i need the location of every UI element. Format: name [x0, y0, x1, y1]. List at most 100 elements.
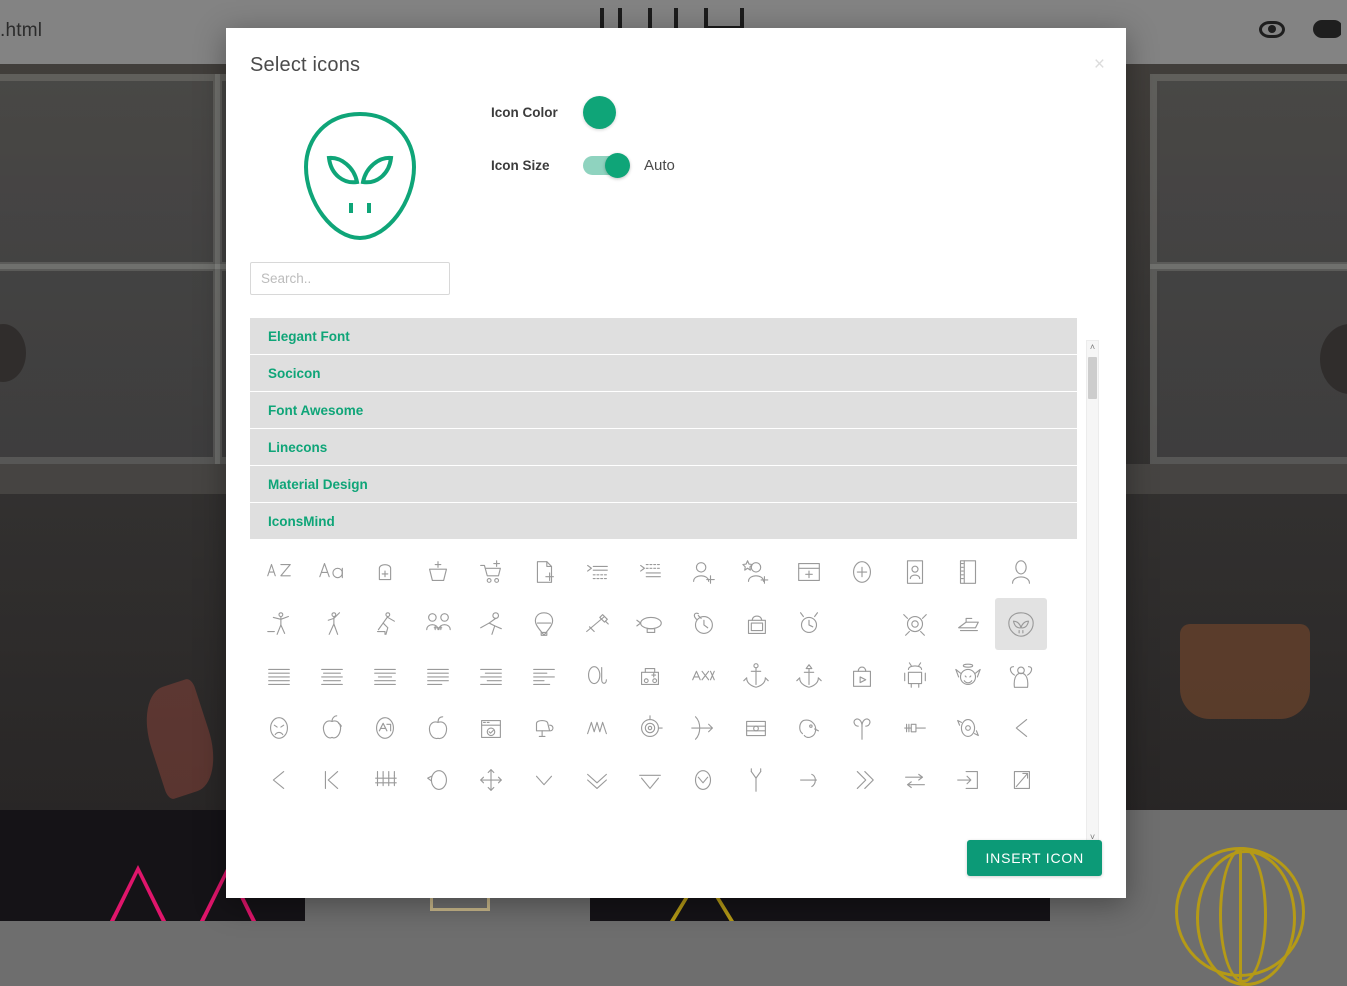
align-justify-low-icon[interactable] [412, 650, 464, 702]
eye-icon[interactable] [1259, 21, 1285, 38]
aerobics-2-icon[interactable] [306, 598, 358, 650]
align-justify-high-icon[interactable] [359, 650, 411, 702]
arrow-down-icon[interactable] [518, 754, 570, 806]
arrow-dot-icon[interactable] [624, 806, 676, 818]
arrow-parallel-icon[interactable] [730, 806, 782, 818]
aerobics-icon[interactable] [253, 598, 305, 650]
argentina-icon[interactable] [783, 702, 835, 754]
apple-bite-icon[interactable] [359, 702, 411, 754]
arrow-left-icon[interactable] [995, 702, 1047, 754]
hot-air-balloon-icon[interactable] [518, 598, 570, 650]
administrator-icon[interactable] [995, 546, 1047, 598]
a-to-z-sort-icon[interactable] [253, 546, 305, 598]
scrollbar-thumb[interactable] [1088, 357, 1097, 399]
arrow-over-icon[interactable] [518, 806, 570, 818]
alien-icon[interactable] [836, 598, 888, 650]
icon-browser-panel[interactable]: Elegant FontSociconFont AwesomeLineconsM… [250, 318, 1077, 818]
insert-icon-button[interactable]: INSERT ICON [967, 840, 1102, 876]
arrow-in-out-icon[interactable] [677, 806, 729, 818]
add-favorite-user-icon[interactable] [730, 546, 782, 598]
arrow-back-2-icon[interactable] [306, 754, 358, 806]
scroll-up-icon[interactable]: ˄ [1087, 341, 1098, 354]
arrow-circle-icon[interactable] [412, 754, 464, 806]
approved-window-icon[interactable] [518, 702, 570, 754]
icon-category-3[interactable]: Linecons [250, 429, 1077, 466]
icon-category-0[interactable]: Elegant Font [250, 318, 1077, 355]
arrow-back-3-icon[interactable] [253, 754, 305, 806]
icon-size-toggle[interactable] [583, 156, 627, 175]
icon-color-swatch[interactable] [583, 96, 616, 129]
desktop-preview-icon[interactable] [704, 8, 744, 30]
align-justify-all-2-icon[interactable] [253, 650, 305, 702]
android-icon[interactable] [942, 650, 994, 702]
close-icon[interactable]: × [1094, 55, 1105, 74]
alpha-icon[interactable] [624, 650, 676, 702]
aquarius-icon[interactable] [571, 702, 623, 754]
search-input[interactable] [250, 262, 450, 295]
arrow-next-icon[interactable] [253, 806, 305, 818]
arrow-into-icon[interactable] [942, 754, 994, 806]
add-space-after-paragraph-icon[interactable] [624, 546, 676, 598]
add-basket-icon[interactable] [412, 546, 464, 598]
alarm-clock-icon[interactable] [677, 598, 729, 650]
add-circle-icon[interactable] [836, 546, 888, 598]
arrow-barrier-icon[interactable] [359, 754, 411, 806]
arrow-fork-icon[interactable] [730, 754, 782, 806]
icon-grid[interactable] [250, 540, 1077, 818]
icon-category-1[interactable]: Socicon [250, 355, 1077, 392]
arrow-down-in-circle-icon[interactable] [677, 754, 729, 806]
air-balloon-icon[interactable] [465, 598, 517, 650]
add-file-icon[interactable] [518, 546, 570, 598]
angel-smile-icon[interactable] [995, 650, 1047, 702]
aerobics-3-icon[interactable] [359, 598, 411, 650]
cloud-icon[interactable] [1311, 18, 1341, 40]
icon-category-5[interactable]: IconsMind [250, 503, 1077, 540]
arrow-around-icon[interactable] [624, 702, 676, 754]
arrow-inside-icon[interactable] [995, 754, 1047, 806]
affiliate-icon[interactable] [412, 598, 464, 650]
arrow-cross-icon[interactable] [465, 754, 517, 806]
arrow-down-2-icon[interactable] [571, 754, 623, 806]
icon-category-4[interactable]: Material Design [250, 466, 1077, 503]
font-size-icon[interactable] [306, 546, 358, 598]
add-space-before-paragraph-icon[interactable] [571, 546, 623, 598]
angel-icon[interactable] [253, 702, 305, 754]
arrow-slash-2-icon[interactable] [412, 806, 464, 818]
aries-icon[interactable] [836, 702, 888, 754]
amx-icon[interactable] [730, 650, 782, 702]
agenda-icon[interactable] [942, 546, 994, 598]
icon-category-2[interactable]: Font Awesome [250, 392, 1077, 429]
align-justify-right-icon[interactable] [465, 650, 517, 702]
arrow-back-icon[interactable] [889, 702, 941, 754]
align-left-icon[interactable] [518, 650, 570, 702]
arrow-down-3-icon[interactable] [624, 754, 676, 806]
archery-2-icon[interactable] [730, 702, 782, 754]
aircraft-icon[interactable] [624, 598, 676, 650]
arrow-turn-icon[interactable] [571, 806, 623, 818]
alarm-clock-2-icon[interactable] [783, 598, 835, 650]
angry-icon[interactable] [306, 702, 358, 754]
align-right-icon[interactable] [571, 650, 623, 702]
alarm-bag-icon[interactable] [730, 598, 782, 650]
add-bag-icon[interactable] [359, 546, 411, 598]
add-user-icon[interactable] [677, 546, 729, 598]
arrow-forward-2-icon[interactable] [836, 754, 888, 806]
archery-icon[interactable] [677, 702, 729, 754]
align-justify-center-icon[interactable] [306, 650, 358, 702]
alien-ship-icon[interactable] [942, 598, 994, 650]
arrow-merge-icon[interactable] [359, 806, 411, 818]
apple-store-icon[interactable] [412, 702, 464, 754]
arrow-double-slash-icon[interactable] [465, 806, 517, 818]
icon-panel-scrollbar[interactable]: ˄ ˅ [1086, 340, 1099, 845]
arrow-corner-icon[interactable] [783, 806, 835, 818]
ambulance-icon[interactable] [677, 650, 729, 702]
arrow-refresh-icon[interactable] [942, 702, 994, 754]
align-justify-all-icon[interactable] [995, 598, 1047, 650]
airship-icon[interactable] [571, 598, 623, 650]
add-window-icon[interactable] [783, 546, 835, 598]
add-cart-icon[interactable] [465, 546, 517, 598]
arrow-turn-right-icon[interactable] [889, 754, 941, 806]
arrow-slash-icon[interactable] [306, 806, 358, 818]
anchor-icon[interactable] [783, 650, 835, 702]
alien-2-icon[interactable] [889, 598, 941, 650]
